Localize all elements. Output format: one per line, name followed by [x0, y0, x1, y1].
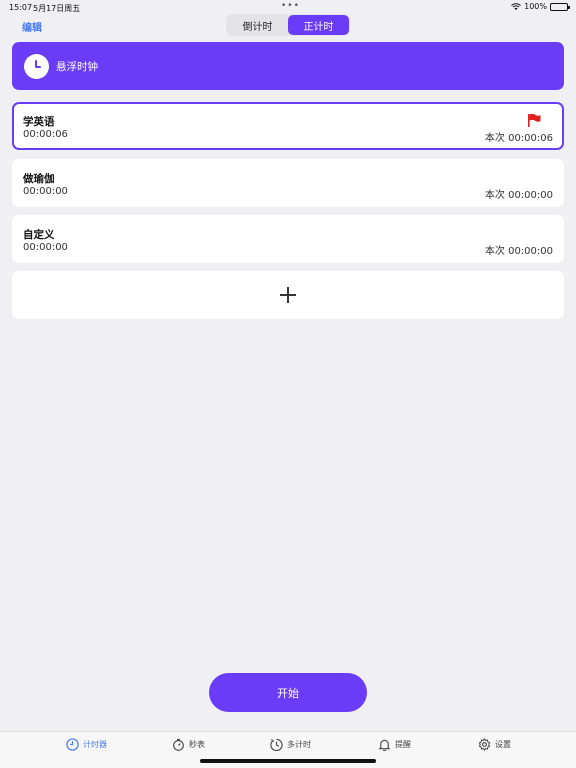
floating-clock-button[interactable]: 悬浮时钟: [12, 42, 564, 90]
status-right: 100%: [511, 2, 570, 11]
timer-name: 自定义: [23, 229, 55, 241]
bell-icon: [378, 739, 391, 751]
timer-elapsed: 00:00:06: [23, 129, 68, 140]
wifi-icon: [511, 2, 521, 10]
tab-stopwatch[interactable]: 秒表: [172, 738, 205, 751]
timer-card-english[interactable]: 学英语 00:00:06 本次 00:00:06: [12, 102, 564, 150]
tab-label: 多计时: [287, 740, 311, 749]
multi-timer-icon: [270, 738, 283, 751]
battery-percent: 100%: [524, 2, 547, 11]
clock-icon: [66, 738, 79, 751]
tab-label: 提醒: [395, 740, 411, 749]
timer-elapsed: 00:00:00: [23, 242, 68, 253]
clock-icon: [24, 53, 49, 79]
status-time: 15:07: [9, 3, 33, 12]
tab-label: 设置: [495, 740, 511, 749]
tab-label: 秒表: [189, 740, 205, 749]
timer-name: 做瑜伽: [23, 173, 55, 185]
start-button[interactable]: 开始: [209, 673, 367, 712]
home-indicator[interactable]: [200, 759, 376, 763]
status-date: 5月17日周五: [33, 4, 81, 13]
timer-session: 本次 00:00:06: [484, 133, 553, 144]
flag-icon: [528, 113, 541, 127]
gear-icon: [478, 738, 491, 751]
tab-countdown[interactable]: 倒计时: [227, 15, 288, 35]
edit-button[interactable]: 编辑: [22, 19, 42, 34]
timer-card-custom[interactable]: 自定义 00:00:00 本次 00:00:00: [12, 215, 564, 263]
timer-session: 本次 00:00:00: [484, 190, 553, 201]
tab-timer[interactable]: 计时器: [66, 738, 107, 751]
tab-multi-timer[interactable]: 多计时: [270, 738, 311, 751]
multitask-dots-icon[interactable]: •••: [281, 1, 300, 11]
timer-elapsed: 00:00:00: [23, 186, 68, 197]
floating-clock-label: 悬浮时钟: [56, 60, 98, 73]
timer-name: 学英语: [23, 116, 55, 128]
plus-icon: [280, 287, 296, 303]
tab-settings[interactable]: 设置: [478, 738, 511, 751]
stopwatch-icon: [173, 738, 184, 751]
mode-segmented-control: 倒计时 正计时: [226, 14, 350, 36]
add-timer-button[interactable]: [12, 271, 564, 319]
status-bar: 15:07 5月17日周五 ••• 100%: [0, 0, 576, 14]
tab-label: 计时器: [83, 740, 107, 749]
tab-reminder[interactable]: 提醒: [378, 738, 411, 751]
timer-session: 本次 00:00:00: [484, 246, 553, 257]
tab-count-up[interactable]: 正计时: [288, 15, 349, 35]
battery-icon: [550, 2, 570, 11]
timer-card-yoga[interactable]: 做瑜伽 00:00:00 本次 00:00:00: [12, 159, 564, 207]
